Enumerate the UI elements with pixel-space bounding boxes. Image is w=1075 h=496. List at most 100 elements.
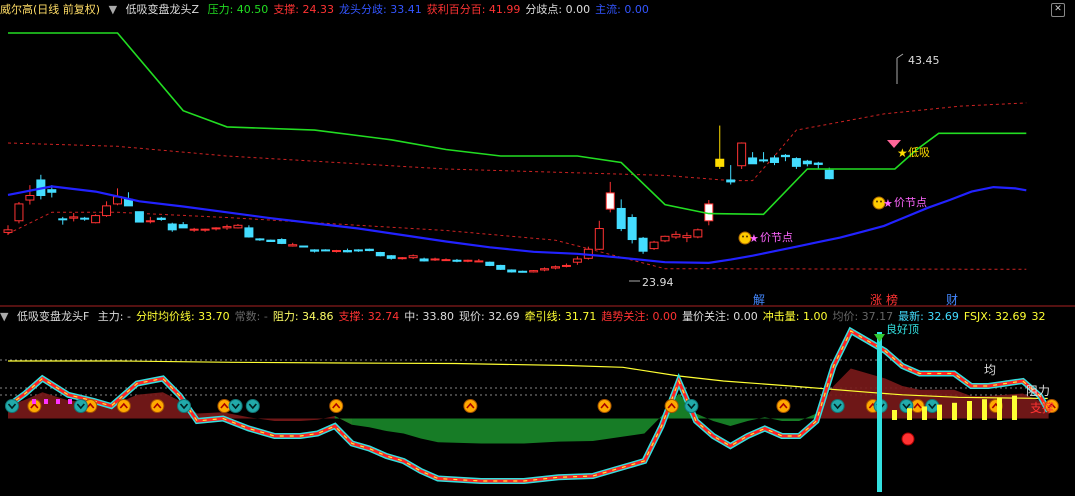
candle-body bbox=[342, 250, 352, 253]
candle-body bbox=[813, 162, 823, 165]
candle-body bbox=[375, 251, 385, 257]
annotation-label: 价节点 bbox=[894, 196, 927, 209]
triangle-marker-icon bbox=[874, 334, 885, 342]
blue-avg-line bbox=[7, 185, 1027, 265]
volume-bar bbox=[922, 406, 927, 420]
candle-body bbox=[737, 142, 747, 167]
volume-bar bbox=[967, 401, 972, 420]
candle-body bbox=[255, 238, 265, 241]
candle-body bbox=[332, 250, 341, 253]
candle-body bbox=[397, 257, 407, 260]
annotation-label: 价节点 bbox=[760, 231, 793, 244]
candle-body bbox=[496, 264, 506, 270]
chart-canvas[interactable]: 43.4523.94★ 价节点★ 价节点★ 低吸解涨榜财 良好顶均阻力支撑 bbox=[0, 0, 1075, 496]
high-price-label: 43.45 bbox=[908, 54, 940, 67]
candle-body bbox=[211, 227, 221, 230]
candle-body bbox=[321, 249, 331, 252]
up-arrow-icon bbox=[597, 399, 612, 413]
candle-body bbox=[233, 224, 243, 229]
candle-body bbox=[759, 159, 769, 162]
candle-body bbox=[551, 266, 560, 269]
star-icon: ★ bbox=[749, 232, 759, 245]
main-chart: 43.4523.94★ 价节点★ 价节点★ 低吸解涨榜财 bbox=[3, 32, 1027, 307]
candle-body bbox=[463, 259, 473, 262]
candle-body bbox=[770, 157, 779, 163]
low-price-label: 23.94 bbox=[642, 276, 674, 289]
event-label: 财 bbox=[946, 293, 958, 307]
candle-body bbox=[14, 203, 24, 222]
star-icon: ★ bbox=[883, 197, 893, 210]
candle-body bbox=[518, 270, 528, 273]
candle-body bbox=[178, 224, 188, 229]
candle-body bbox=[605, 192, 615, 210]
up-arrow-icon bbox=[329, 399, 344, 413]
avg-label: 均 bbox=[984, 363, 996, 377]
event-label: 涨 bbox=[870, 292, 882, 307]
candle-body bbox=[47, 189, 57, 193]
candle-body bbox=[69, 216, 79, 219]
support-label: 支撑 bbox=[1030, 400, 1054, 415]
candle-body bbox=[682, 235, 692, 239]
up-arrow-icon bbox=[116, 399, 131, 413]
resistance-label: 阻力 bbox=[1026, 384, 1050, 398]
candle-body bbox=[715, 158, 725, 167]
down-arrow-icon bbox=[5, 399, 19, 413]
candle-body bbox=[266, 239, 276, 242]
candle-body bbox=[561, 264, 571, 267]
candle-body bbox=[145, 220, 155, 223]
down-arrow-icon bbox=[684, 399, 699, 413]
candle-body bbox=[824, 169, 834, 180]
high-pointer bbox=[896, 53, 904, 59]
candle-body bbox=[277, 239, 287, 244]
candle-body bbox=[638, 237, 648, 252]
down-arrow-icon bbox=[177, 399, 191, 413]
candle-body bbox=[189, 228, 199, 231]
star-icon: ★ bbox=[897, 146, 908, 160]
candle-body bbox=[594, 228, 604, 250]
candle-body bbox=[649, 241, 659, 250]
candle-body bbox=[102, 205, 112, 217]
volume-bar bbox=[937, 404, 942, 420]
candle-body bbox=[671, 233, 681, 238]
volume-bar bbox=[982, 399, 987, 420]
candle-body bbox=[540, 268, 550, 271]
down-arrow-icon bbox=[228, 399, 243, 413]
smiley-icon-eye bbox=[742, 235, 744, 238]
up-arrow-icon bbox=[150, 399, 165, 413]
candle-body bbox=[441, 259, 451, 262]
candle-body bbox=[156, 217, 166, 220]
candle-body bbox=[507, 269, 517, 273]
smiley-icon-eye bbox=[746, 235, 748, 238]
candle-body bbox=[3, 229, 13, 233]
volume-bar bbox=[1012, 395, 1017, 420]
smiley-icon-eye bbox=[880, 200, 882, 203]
candle-body bbox=[529, 270, 539, 273]
event-label: 解 bbox=[753, 293, 765, 307]
event-vertical-bar bbox=[877, 332, 882, 492]
volume-bar bbox=[892, 410, 897, 420]
candle-body bbox=[726, 179, 736, 183]
red-ball-icon bbox=[901, 432, 915, 446]
candle-body bbox=[452, 259, 462, 262]
pressure-line bbox=[8, 32, 1027, 216]
down-arrow-icon bbox=[245, 399, 260, 413]
lower-dashed-line bbox=[7, 211, 1027, 270]
volume-bar bbox=[907, 408, 912, 420]
candle-body bbox=[660, 235, 670, 242]
candle-body bbox=[244, 227, 254, 238]
candle-body bbox=[134, 211, 144, 223]
up-arrow-icon bbox=[463, 399, 478, 413]
smiley-icon-eye bbox=[876, 200, 878, 203]
candle-body bbox=[474, 260, 484, 263]
candle-body bbox=[572, 258, 582, 263]
candle-body bbox=[693, 229, 703, 238]
candle-body bbox=[288, 244, 298, 247]
candle-body bbox=[780, 154, 790, 158]
candle-body bbox=[364, 248, 374, 252]
volume-bar bbox=[997, 397, 1002, 420]
up-arrow-icon bbox=[776, 399, 791, 413]
candle-body bbox=[222, 226, 232, 229]
candle-body bbox=[616, 207, 626, 230]
candle-body bbox=[791, 158, 801, 167]
magenta-marker bbox=[56, 399, 60, 404]
